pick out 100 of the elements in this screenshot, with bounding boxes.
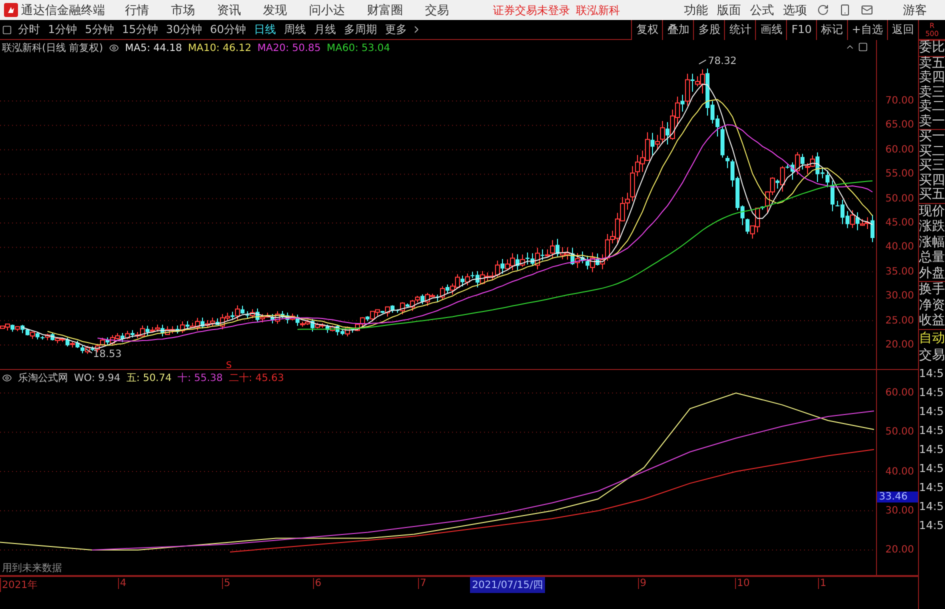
- quote-label: 买三: [919, 159, 945, 174]
- quote-label: 涨跌: [919, 219, 945, 234]
- time-label: 14:5: [919, 366, 945, 382]
- menu-item[interactable]: 功能: [684, 2, 708, 18]
- stock-link[interactable]: 联泓新科: [576, 2, 620, 18]
- quote-label: 卖五: [919, 56, 945, 71]
- axis-label: 40.00: [885, 242, 914, 253]
- date-label: 10: [735, 578, 750, 589]
- toolbar-button[interactable]: 多股: [693, 20, 724, 40]
- period-tab[interactable]: 30分钟: [162, 22, 206, 37]
- indicator-title: 乐淘公式网: [18, 372, 68, 385]
- ma-value: MA20: 50.85: [257, 42, 321, 54]
- period-tab[interactable]: 月线: [310, 22, 340, 37]
- user-label[interactable]: 游客: [903, 2, 927, 18]
- quote-label: 买一: [919, 129, 945, 144]
- axis-label: 40.00: [885, 466, 914, 477]
- indicator-value: 二十: 45.63: [228, 372, 284, 385]
- date-label: 4: [118, 578, 126, 589]
- axis-label: 30.00: [885, 290, 914, 302]
- axis-label: 45.00: [885, 218, 914, 228]
- date-label: 6: [313, 578, 322, 589]
- future-data-note: 用到未来数据: [2, 562, 62, 575]
- toolbar-button[interactable]: 复权: [631, 20, 662, 40]
- time-label: 14:5: [919, 460, 945, 476]
- date-label: 7: [418, 578, 426, 589]
- period-tab[interactable]: 分时: [14, 22, 44, 37]
- sell-signal-mark: S: [226, 361, 232, 369]
- toolbar-button[interactable]: 标记: [816, 20, 847, 40]
- axis-label: 20.00: [885, 340, 914, 350]
- axis-label: 30.00: [885, 505, 914, 516]
- date-label: 1: [818, 578, 826, 589]
- time-label: 14:5: [919, 518, 945, 534]
- menu-item[interactable]: 市场: [171, 2, 195, 18]
- ma-value: MA5: 44.18: [124, 42, 182, 54]
- quote-label: 现价: [919, 202, 945, 219]
- indicator-value: 五: 50.74: [126, 372, 172, 385]
- menu-item[interactable]: 资讯: [217, 2, 241, 18]
- quote-label: 买四: [919, 174, 945, 188]
- axis-label: 70.00: [885, 96, 914, 106]
- quote-label: 委比: [919, 40, 945, 56]
- indicator-value: WO: 9.94: [74, 372, 120, 384]
- quote-label: 总量: [919, 250, 945, 266]
- period-tab[interactable]: 15分钟: [118, 22, 162, 37]
- quote-label: 涨幅: [919, 234, 945, 250]
- time-label: 14:5: [919, 384, 945, 400]
- menu-item[interactable]: 公式: [750, 2, 774, 18]
- quote-label: 买五: [919, 188, 945, 202]
- time-label: 14:5: [919, 422, 945, 438]
- menu-item[interactable]: 发现: [263, 2, 287, 18]
- axis-label: 50.00: [885, 426, 914, 438]
- auto-label[interactable]: 自动: [919, 328, 945, 346]
- quote-label: 买二: [919, 144, 945, 158]
- date-cursor: 2021/07/15/四: [470, 577, 546, 593]
- date-label: 9: [638, 578, 646, 589]
- ma-value: MA10: 46.12: [188, 42, 252, 54]
- time-label: 14:5: [919, 498, 945, 514]
- menu-item[interactable]: 选项: [783, 2, 807, 18]
- axis-label: 60.00: [885, 144, 914, 156]
- period-tab[interactable]: 更多: [381, 22, 411, 37]
- period-tab[interactable]: 1分钟: [44, 22, 81, 37]
- login-notice: 证券交易未登录: [493, 2, 570, 18]
- time-label: 14:5: [919, 404, 945, 420]
- period-tab[interactable]: 5分钟: [81, 22, 118, 37]
- axis-label: 35.00: [885, 266, 914, 278]
- toolbar-button[interactable]: 叠加: [662, 20, 694, 40]
- menu-item[interactable]: 财富圈: [367, 2, 403, 18]
- quote-label: 外盘: [919, 266, 945, 281]
- trade-label[interactable]: 交易: [919, 346, 945, 364]
- axis-label: 55.00: [885, 168, 914, 180]
- period-tab[interactable]: 周线: [280, 22, 310, 37]
- low-price-label: 18.53: [93, 349, 122, 360]
- app-title: 通达信金融终端: [21, 2, 105, 18]
- quote-label: 卖三: [919, 86, 945, 100]
- period-tab[interactable]: 60分钟: [206, 22, 250, 37]
- quote-label: 卖二: [919, 100, 945, 114]
- toolbar-button[interactable]: 统计: [724, 20, 756, 40]
- time-label: 14:5: [919, 480, 945, 496]
- quote-label: 卖四: [919, 71, 945, 85]
- menu-item[interactable]: 问小达: [309, 2, 345, 18]
- toolbar-button[interactable]: 画线: [755, 20, 786, 40]
- axis-label: 20.00: [885, 544, 914, 556]
- axis-label: 50.00: [885, 193, 914, 204]
- menu-item[interactable]: 版面: [717, 2, 741, 18]
- axis-label: 65.00: [885, 120, 914, 131]
- cursor-value: 33.46: [877, 492, 918, 503]
- axis-label: 60.00: [885, 387, 914, 398]
- toolbar-button[interactable]: 返回: [887, 20, 918, 40]
- ma-value: MA60: 53.04: [326, 42, 390, 54]
- toolbar-button[interactable]: F10: [786, 20, 816, 40]
- time-label: 14:5: [919, 442, 945, 458]
- quote-label: 收益: [919, 313, 945, 328]
- toolbar-button[interactable]: +自选: [846, 20, 887, 40]
- period-tab[interactable]: 多周期: [340, 22, 381, 37]
- high-price-label: 78.32: [708, 56, 737, 67]
- menu-item[interactable]: 交易: [425, 2, 449, 18]
- chart-title: 联泓新科(日线 前复权): [2, 42, 103, 55]
- quote-label: 净资: [919, 298, 945, 313]
- period-tab[interactable]: 日线: [250, 22, 280, 37]
- menu-item[interactable]: 行情: [125, 2, 149, 18]
- indicator-value: 十: 55.38: [178, 372, 223, 385]
